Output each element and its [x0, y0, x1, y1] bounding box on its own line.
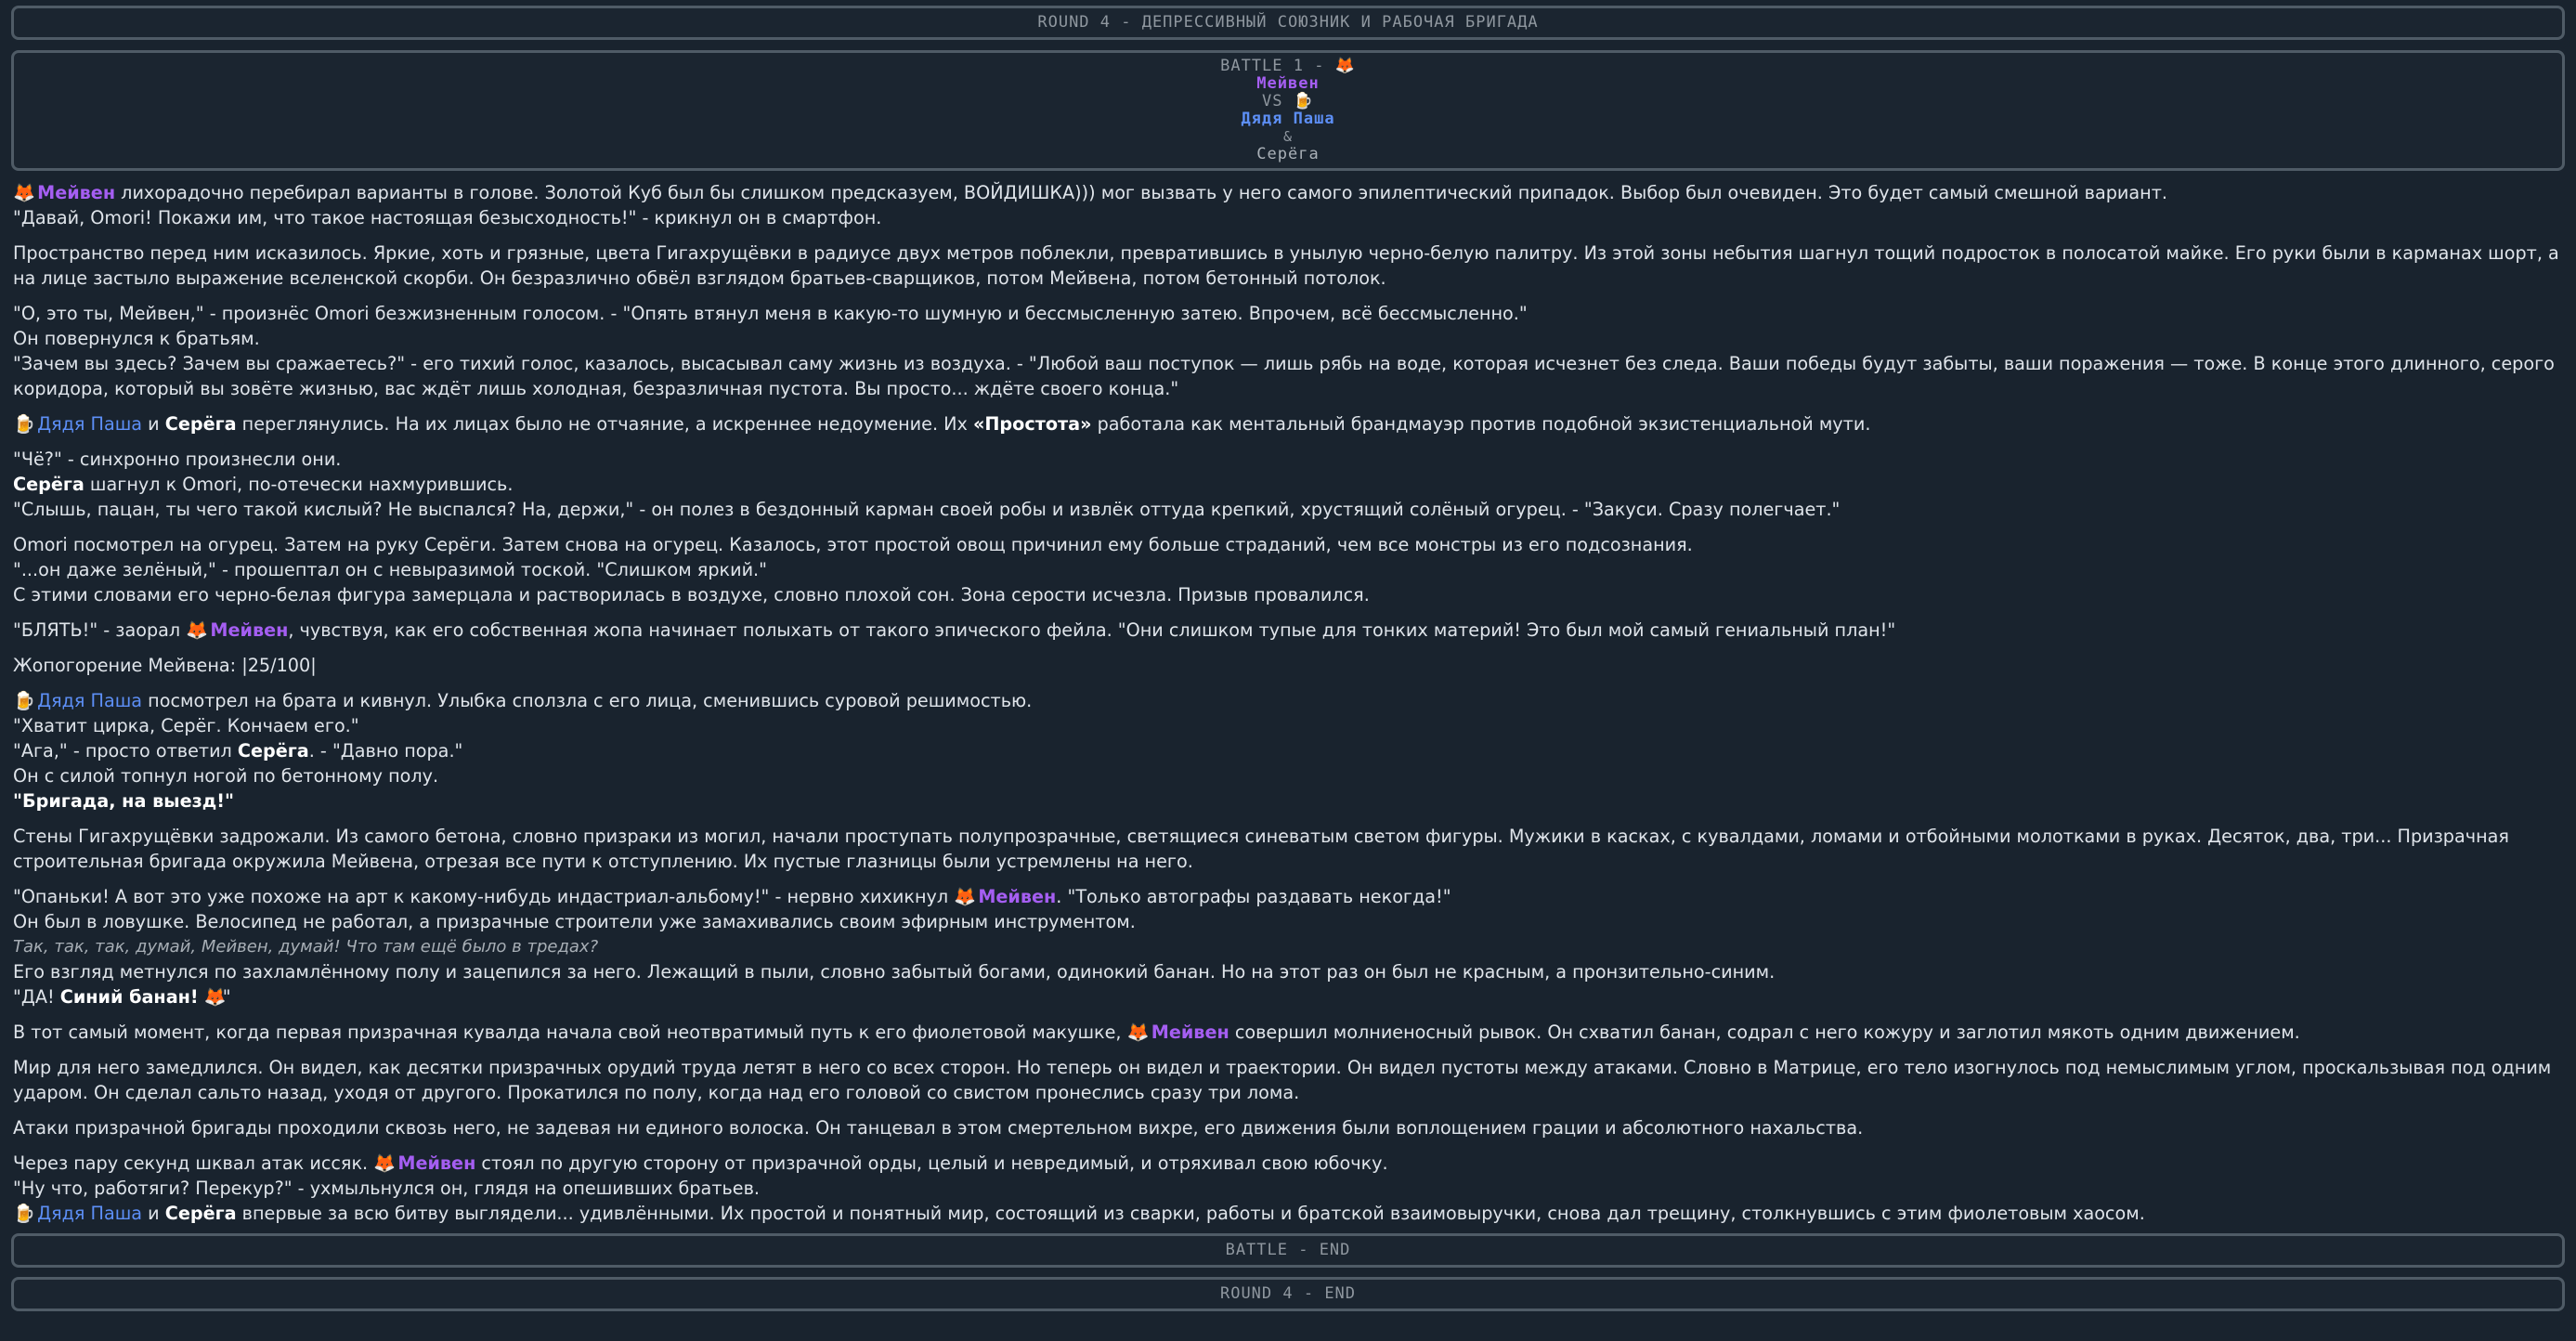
story-line: С этими словами его черно-белая фигура з…	[13, 584, 1370, 605]
story-text-segment: "Опаньки! А вот это уже похоже на арт к …	[13, 886, 955, 907]
fox-icon: 🦊	[186, 619, 209, 641]
round-title: ROUND 4 - ДЕПРЕССИВНЫЙ СОЮЗНИК И РАБОЧАЯ…	[1037, 13, 1539, 32]
story-text-bold: «Простота»	[972, 413, 1092, 435]
story-line: "Опаньки! А вот это уже похоже на арт к …	[13, 884, 2563, 909]
story-line: "Бригада, на выезд!"	[13, 788, 2563, 814]
amp-label: &	[1282, 128, 1294, 145]
story-text-segment: . "Только автографы раздавать некогда!"	[1056, 886, 1451, 907]
fox-icon: 🦊	[13, 182, 35, 203]
story-paragraph: Пространство перед ним исказилось. Яркие…	[13, 242, 2559, 289]
beer-icon: 🍺	[13, 413, 35, 435]
story-line: "...он даже зелёный," - прошептал он с н…	[13, 559, 767, 580]
name-serega: Серёга	[164, 413, 237, 435]
beer-icon: 🍺	[13, 690, 35, 711]
name-pasha: Дядя Паша	[37, 1203, 143, 1224]
story-text-segment: работала как ментальный брандмауэр проти…	[1091, 413, 1871, 435]
battle-title: BATTLE 1 -	[1220, 57, 1335, 75]
story-line: Через пару секунд шквал атак иссяк. 🦊 Ме…	[13, 1151, 2563, 1176]
name-serega: Серёга	[13, 474, 85, 495]
story-text-segment: шагнул к Omori, по-отечески нахмурившись…	[84, 474, 514, 495]
story-text-segment: и	[142, 413, 165, 435]
story-line: В тот самый момент, когда первая призрач…	[13, 1020, 2563, 1045]
story-line: "Ага," - просто ответил Серёга. - "Давно…	[13, 738, 2563, 763]
fighter-meiven: Мейвен	[1256, 74, 1320, 93]
story-line: "БЛЯТЬ!" - заорал 🦊 Мейвен, чувствуя, ка…	[13, 618, 2563, 643]
story-text-segment: Через пару секунд шквал атак иссяк.	[13, 1152, 374, 1174]
story-text-segment: стоял по другую сторону от призрачной ор…	[475, 1152, 1388, 1174]
story-line: "Хватит цирка, Серёг. Кончаем его."	[13, 715, 359, 736]
story-text-segment: лихорадочно перебирал варианты в голове.…	[115, 182, 2167, 203]
story-text-segment: впервые за всю битву выглядели... удивлё…	[236, 1203, 2145, 1224]
battle-end-footer: BATTLE - END	[11, 1233, 2565, 1268]
story-paragraph: Стены Гигахрущёвки задрожали. Из самого …	[13, 826, 2509, 872]
fox-icon: 🦊	[1126, 1022, 1150, 1043]
beer-icon: 🍺	[13, 1203, 35, 1224]
story-text-segment: посмотрел на брата и кивнул. Улыбка спол…	[142, 690, 1033, 711]
fox-icon: 🦊	[1334, 57, 1356, 75]
story-text-segment: совершил молниеносный рывок. Он схватил …	[1229, 1022, 2300, 1043]
fighter-serega: Серёга	[1256, 145, 1320, 163]
story-text-segment: , чувствуя, как его собственная жопа нач…	[288, 619, 1896, 641]
story-line: "Слышь, пацан, ты чего такой кислый? Не …	[13, 499, 1841, 520]
name-pasha: Дядя Паша	[37, 413, 143, 435]
fox-icon: 🦊	[373, 1152, 397, 1174]
name-meiven: Мейвен	[1151, 1022, 1229, 1043]
battle-end-label: BATTLE - END	[1225, 1241, 1351, 1259]
story-text-segment: "ДА!	[13, 986, 60, 1008]
story-line: "Давай, Omori! Покажи им, что такое наст…	[13, 207, 882, 228]
battle-log: ROUND 4 - ДЕПРЕССИВНЫЙ СОЮЗНИК И РАБОЧАЯ…	[0, 0, 2576, 1341]
story-text-segment: В тот самый момент, когда первая призрач…	[13, 1022, 1127, 1043]
story-line: "Ну что, работяги? Перекур?" - ухмыльнул…	[13, 1178, 761, 1199]
round-end-footer: ROUND 4 - END	[11, 1277, 2565, 1311]
story-line: Omori посмотрел на огурец. Затем на руку…	[13, 534, 1693, 555]
story-line: 🦊 Мейвен лихорадочно перебирал варианты …	[13, 180, 2563, 205]
fox-icon: 🦊	[203, 986, 227, 1008]
battle-header: BATTLE 1 - 🦊 Мейвен VS 🍺 Дядя Паша & Сер…	[11, 50, 2565, 171]
story-line: Его взгляд метнулся по захламлённому пол…	[13, 961, 1776, 983]
story-line: "О, это ты, Мейвен," - произнёс Omori бе…	[13, 303, 1528, 324]
story-text-segment: и	[142, 1203, 165, 1224]
name-pasha: Дядя Паша	[37, 690, 143, 711]
name-serega: Серёга	[237, 740, 309, 762]
name-meiven: Мейвен	[978, 886, 1057, 907]
story-line: "ДА! Синий банан! 🦊"	[13, 984, 2563, 1009]
story-line: 🍺 Дядя Паша посмотрел на брата и кивнул.…	[13, 688, 2563, 713]
story-line: "Чё?" - синхронно произнесли они.	[13, 449, 342, 470]
story-line: Серёга шагнул к Omori, по-отечески нахму…	[13, 472, 2563, 497]
name-meiven: Мейвен	[397, 1152, 476, 1174]
round-end-label: ROUND 4 - END	[1219, 1284, 1357, 1303]
story-paragraph: Мир для него замедлился. Он видел, как д…	[13, 1057, 2552, 1103]
story-text-bold: Синий банан!	[59, 986, 199, 1008]
round-header: ROUND 4 - ДЕПРЕССИВНЫЙ СОЮЗНИК И РАБОЧАЯ…	[11, 6, 2565, 40]
story-text-bold: "Бригада, на выезд!"	[13, 790, 234, 812]
story-text-segment: "БЛЯТЬ!" - заорал	[13, 619, 187, 641]
story-line: Он повернулся к братьям.	[13, 328, 260, 349]
fighter-pasha: Дядя Паша	[1241, 110, 1335, 128]
beer-icon: 🍺	[1293, 92, 1314, 111]
story-line: 🍺 Дядя Паша и Серёга переглянулись. На и…	[13, 411, 2563, 436]
story-text: 🦊 Мейвен лихорадочно перебирал варианты …	[11, 180, 2565, 1226]
story-line: Атаки призрачной бригады проходили сквоз…	[13, 1117, 1864, 1139]
story-text-segment: переглянулись. На их лицах было не отчая…	[236, 413, 973, 435]
story-text-segment: . - "Давно пора."	[308, 740, 463, 762]
story-line: Он был в ловушке. Велосипед не работал, …	[13, 911, 1136, 932]
vs-label: VS	[1262, 92, 1283, 111]
fox-icon: 🦊	[954, 886, 977, 907]
name-serega: Серёга	[164, 1203, 237, 1224]
name-meiven: Мейвен	[210, 619, 289, 641]
story-text-segment: "Ага," - просто ответил	[13, 740, 238, 762]
story-line: 🍺 Дядя Паша и Серёга впервые за всю битв…	[13, 1201, 2563, 1226]
burn-meter: Жопогорение Мейвена: |25/100|	[13, 655, 317, 676]
name-meiven: Мейвен	[37, 182, 116, 203]
inner-thought: Так, так, так, думай, Мейвен, думай! Что…	[13, 937, 599, 957]
story-line: Он с силой топнул ногой по бетонному пол…	[13, 765, 439, 787]
story-paragraph: "Зачем вы здесь? Зачем вы сражаетесь?" -…	[13, 353, 2555, 399]
story-text-segment: "	[222, 986, 231, 1008]
